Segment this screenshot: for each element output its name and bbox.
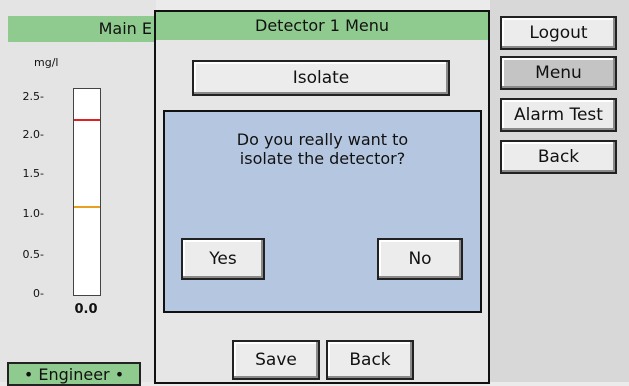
dialog-message-line: isolate the detector? xyxy=(239,149,406,168)
gauge-unit-label: mg/l xyxy=(34,56,59,69)
isolate-button[interactable]: Isolate xyxy=(192,60,450,96)
main-screen-title: Main E xyxy=(8,16,154,42)
user-level-badge: • Engineer • xyxy=(7,362,141,386)
concentration-gauge xyxy=(73,88,101,296)
back-button[interactable]: Back xyxy=(500,140,617,174)
gauge-tick-label: 2.5- xyxy=(22,90,44,103)
low-limit-line xyxy=(74,206,100,208)
no-button[interactable]: No xyxy=(377,238,463,280)
logout-button[interactable]: Logout xyxy=(500,16,617,50)
dialog-message-line: Do you really want to xyxy=(236,130,409,149)
save-button[interactable]: Save xyxy=(232,340,320,380)
gauge-tick-label: 2.0- xyxy=(22,128,44,141)
high-limit-line xyxy=(74,119,100,121)
main-screen-panel: Main E mg/l 2.5- 2.0- 1.5- 1.0- 0.5- 0- … xyxy=(0,0,156,386)
isolate-confirm-dialog: Do you really want to isolate the detect… xyxy=(163,110,482,313)
yes-button[interactable]: Yes xyxy=(181,238,265,280)
alarm-test-button[interactable]: Alarm Test xyxy=(500,98,617,132)
gauge-tick-label: 1.5- xyxy=(22,167,44,180)
gauge-tick-label: 0- xyxy=(33,287,44,300)
gauge-tick-label: 1.0- xyxy=(22,207,44,220)
gauge-tick-label: 0.5- xyxy=(22,248,44,261)
menu-back-button[interactable]: Back xyxy=(326,340,414,380)
menu-title: Detector 1 Menu xyxy=(156,12,488,40)
gauge-reading: 0.0 xyxy=(74,302,98,317)
menu-button[interactable]: Menu xyxy=(500,56,617,90)
navigation-column: Logout Menu Alarm Test Back xyxy=(490,0,629,382)
dialog-message: Do you really want to isolate the detect… xyxy=(185,130,460,168)
